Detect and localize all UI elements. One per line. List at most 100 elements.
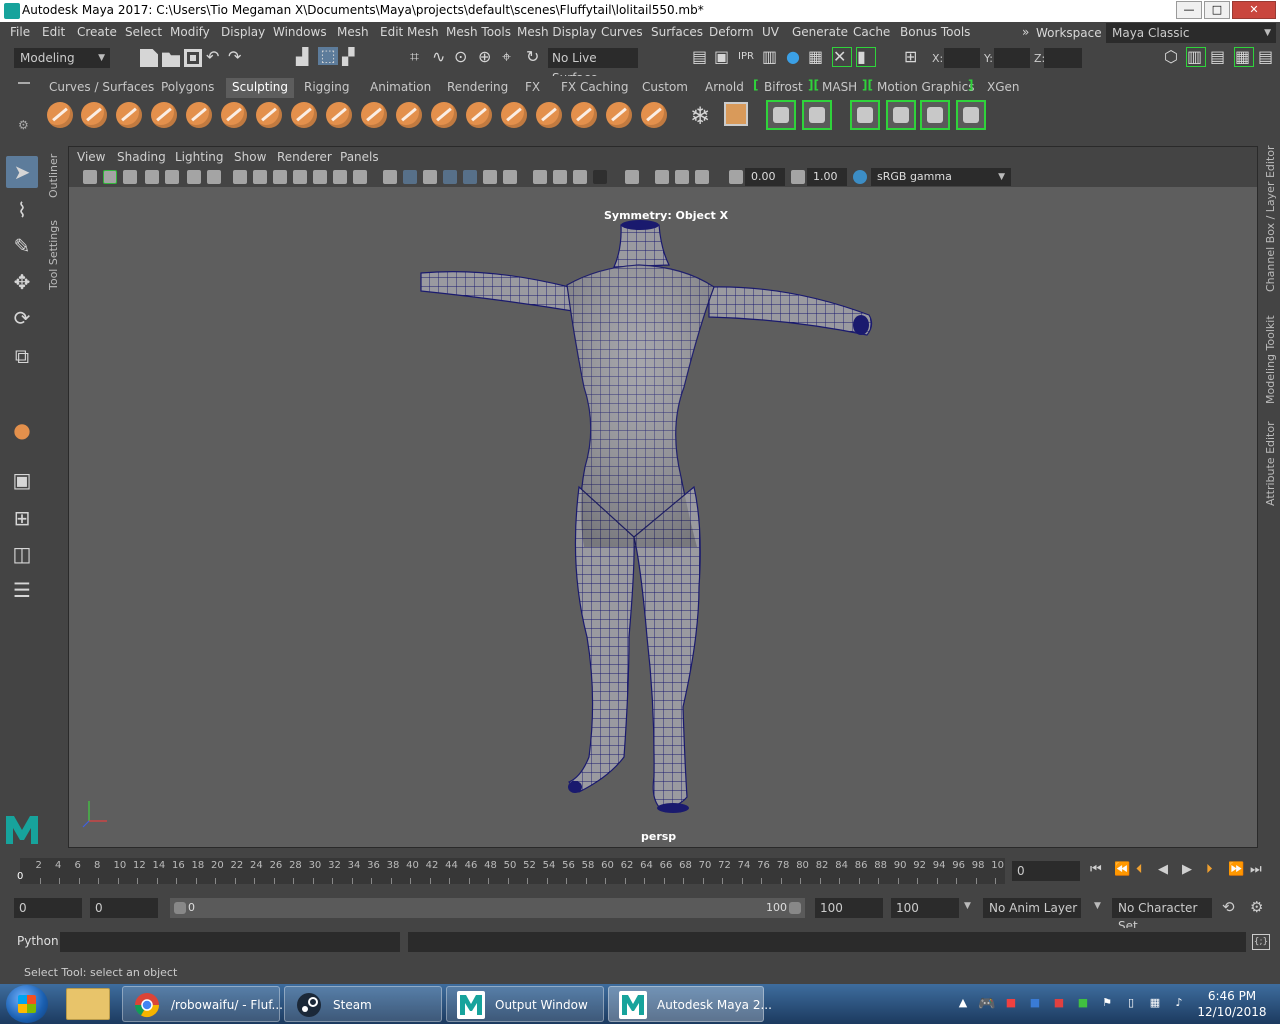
imprint-tool-icon[interactable] — [361, 102, 387, 128]
tab-motion-graphics[interactable]: Motion Graphics — [871, 78, 981, 98]
menu-generate[interactable]: Generate — [792, 25, 848, 39]
tray-app-icon[interactable]: ■ — [1052, 996, 1066, 1010]
start-time-field[interactable]: 0 — [14, 898, 82, 918]
safe-action-icon[interactable] — [333, 170, 347, 184]
hypershade-icon[interactable]: ● — [786, 48, 800, 66]
volume-icon[interactable]: ♪ — [1172, 996, 1186, 1010]
texture-icon[interactable] — [724, 102, 748, 126]
menu-deform[interactable]: Deform — [709, 25, 754, 39]
xgen-icon[interactable] — [956, 100, 986, 130]
anim-layer-select[interactable]: No Anim Layer — [983, 898, 1081, 918]
snap-curve-icon[interactable]: ∿ — [432, 48, 445, 66]
z-field[interactable] — [1044, 48, 1082, 68]
menu-display[interactable]: Display — [221, 25, 265, 39]
end-time-field[interactable]: 100 — [891, 898, 959, 918]
menu-mesh-display[interactable]: Mesh Display — [517, 25, 597, 39]
smooth-tool-icon[interactable] — [81, 102, 107, 128]
knife-tool-icon[interactable] — [501, 102, 527, 128]
fill-tool-icon[interactable] — [466, 102, 492, 128]
attribute-editor-icon[interactable]: ▥ — [1186, 47, 1206, 67]
image-plane-icon[interactable] — [145, 170, 159, 184]
viewport-menu-renderer[interactable]: Renderer — [277, 150, 332, 164]
mash-distribute-icon[interactable] — [886, 100, 916, 130]
color-space-select[interactable]: sRGB gamma ▼ — [871, 168, 1011, 186]
open-scene-icon[interactable] — [162, 52, 180, 67]
tray-app-icon[interactable]: ■ — [1028, 996, 1042, 1010]
tab-bifrost[interactable]: Bifrost — [758, 78, 809, 98]
snap-grid-icon[interactable]: ⌗ — [410, 48, 419, 66]
snap-view-icon[interactable]: ⊕ — [478, 48, 491, 66]
chevron-down-icon[interactable]: ▼ — [1094, 901, 1101, 911]
lasso-tool[interactable]: ⌇ — [6, 194, 38, 226]
shadows-icon[interactable] — [503, 170, 517, 184]
device-icon[interactable]: ▯ — [1124, 996, 1138, 1010]
light-editor-icon[interactable]: ✕ — [832, 47, 852, 67]
safe-title-icon[interactable] — [353, 170, 367, 184]
xray-joints-icon[interactable] — [675, 170, 689, 184]
taskbar-maya[interactable]: Autodesk Maya 2... — [608, 986, 772, 1022]
double-chevron-icon[interactable]: » — [1022, 25, 1029, 39]
tool-settings-icon[interactable]: ▤ — [1210, 48, 1225, 66]
exposure-icon[interactable] — [729, 170, 743, 184]
select-object-icon[interactable]: ⬚ — [318, 47, 338, 65]
viewport-menu-show[interactable]: Show — [234, 150, 266, 164]
2d-pan-zoom-icon[interactable] — [187, 170, 201, 184]
menu-edit[interactable]: Edit — [42, 25, 65, 39]
isolate-select-icon[interactable] — [625, 170, 639, 184]
step-back-icon[interactable]: ⏪ — [1114, 862, 1130, 877]
new-scene-icon[interactable] — [140, 49, 158, 67]
foamy-tool-icon[interactable] — [256, 102, 282, 128]
render-settings-icon[interactable]: ▤ — [692, 48, 707, 66]
current-frame-field[interactable]: 0 — [1012, 861, 1080, 881]
sculpt-tool-icon[interactable] — [47, 102, 73, 128]
use-all-lights-icon[interactable] — [483, 170, 497, 184]
viewport-menu-view[interactable]: View — [77, 150, 105, 164]
rotate-tool[interactable]: ⟳ — [6, 302, 38, 334]
viewport-menu-shading[interactable]: Shading — [117, 150, 166, 164]
x-field[interactable] — [944, 48, 980, 68]
flatten-tool-icon[interactable] — [221, 102, 247, 128]
wax-tool-icon[interactable] — [396, 102, 422, 128]
color-management-icon[interactable] — [853, 170, 867, 184]
file-explorer-icon[interactable] — [66, 988, 110, 1020]
channel-box-icon[interactable]: ▦ — [1234, 47, 1254, 67]
time-slider-track[interactable]: 2 4 6 8 10 12 14 16 18 20 22 24 26 28 30 32 34 36 38 40 42 44… — [20, 858, 1005, 884]
go-to-end-icon[interactable]: ⏭ — [1250, 862, 1262, 877]
scale-tool[interactable]: ⧉ — [6, 340, 38, 372]
wireframe-on-shaded-icon[interactable] — [443, 170, 457, 184]
viewport-menu-panels[interactable]: Panels — [340, 150, 379, 164]
last-tool[interactable]: ● — [6, 414, 38, 446]
redo-icon[interactable]: ↷ — [228, 48, 241, 66]
taskbar-output-window[interactable]: Output Window — [446, 986, 604, 1022]
smooth-shade-icon[interactable] — [403, 170, 417, 184]
snap-point-icon[interactable]: ⊙ — [454, 48, 467, 66]
tray-app-icon[interactable]: ■ — [1004, 996, 1018, 1010]
motion-graphics-icon[interactable] — [920, 100, 950, 130]
range-bar[interactable]: 0 100 — [170, 898, 805, 918]
grease-pencil-tool-icon[interactable] — [207, 170, 221, 184]
menu-set-select[interactable]: Modeling ▼ — [14, 48, 110, 68]
gamepad-icon[interactable]: 🎮 — [978, 996, 995, 1012]
freeze-tool-icon[interactable] — [641, 102, 667, 128]
bulge-tool-icon[interactable] — [571, 102, 597, 128]
auto-key-icon[interactable]: ⟲ — [1222, 898, 1235, 916]
film-gate-icon[interactable] — [253, 170, 267, 184]
tab-rigging[interactable]: Rigging — [298, 78, 355, 98]
snowflake-icon[interactable]: ❄ — [690, 102, 710, 130]
step-back-key-icon[interactable]: ⏴ — [1136, 862, 1143, 877]
character-mesh[interactable] — [69, 187, 1257, 847]
xray-components-icon[interactable] — [695, 170, 709, 184]
snap-surface-icon[interactable]: ⌖ — [502, 48, 511, 66]
flag-icon[interactable]: ⚑ — [1100, 996, 1114, 1010]
tab-xgen[interactable]: XGen — [981, 78, 1026, 98]
shelf-settings-icon[interactable]: ⚙ — [18, 118, 29, 132]
range-start-handle[interactable] — [174, 902, 186, 914]
animation-preferences-icon[interactable]: ⚙ — [1250, 898, 1263, 916]
xray-icon[interactable] — [655, 170, 669, 184]
tab-animation[interactable]: Animation — [364, 78, 437, 98]
playback-start-field[interactable]: 0 — [90, 898, 158, 918]
render-frame-icon[interactable]: ▣ — [714, 48, 729, 66]
y-field[interactable] — [994, 48, 1030, 68]
grease-pencil-icon[interactable] — [165, 170, 179, 184]
single-view-layout[interactable]: ▣ — [6, 464, 38, 496]
